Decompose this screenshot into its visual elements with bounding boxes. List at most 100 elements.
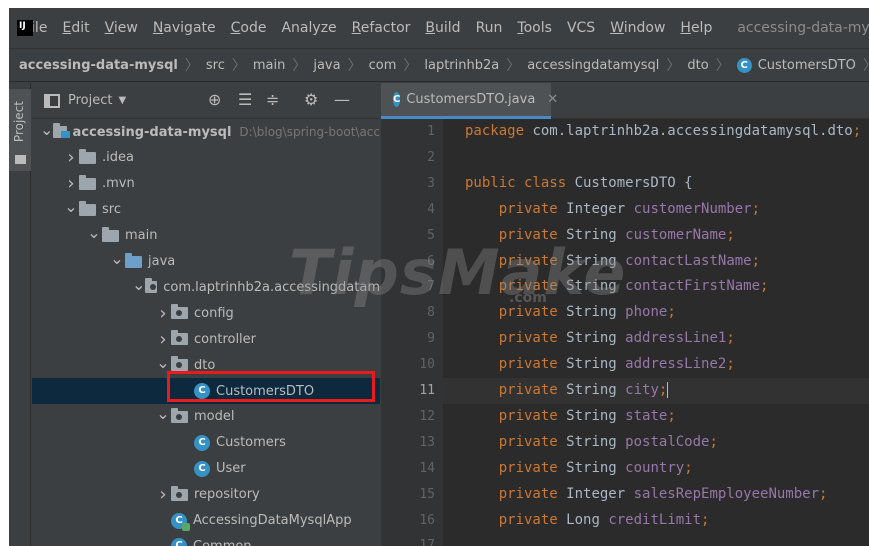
tree-item-label: Customers [216, 435, 286, 451]
line-number: 4 [427, 201, 435, 217]
tab-label: CustomersDTO.java [406, 92, 536, 107]
code-token: ; [819, 485, 828, 502]
code-line[interactable]: private Integer salesRepEmployeeNumber; [465, 485, 828, 502]
menu-item-vcs[interactable]: VCS [567, 20, 595, 36]
menu-item-code[interactable]: Code [231, 20, 267, 36]
breadcrumb-item[interactable]: com [369, 58, 397, 73]
chevron-right-icon[interactable]: › [155, 329, 171, 350]
project-view-icon [44, 93, 60, 108]
breadcrumb-item[interactable]: src [206, 58, 225, 73]
code-line[interactable]: private String addressLine2; [465, 356, 735, 372]
tree-item[interactable]: ⌄ main [32, 223, 380, 249]
window-title: accessing-data-mysql [737, 20, 869, 36]
tree-item[interactable]: ⌄ accessing-data-mysql D:\blog\spring-boot… [32, 119, 380, 145]
code-token: String [566, 407, 626, 424]
code-token: ; [726, 330, 735, 347]
line-number: 13 [419, 434, 435, 450]
chevron-down-icon[interactable]: ▼ [118, 95, 126, 106]
chevron-right-icon: 〉 [403, 58, 418, 74]
class-icon: C [194, 434, 210, 451]
chevron-right-icon[interactable]: › [63, 173, 79, 194]
menu-item-edit[interactable]: Edit [62, 20, 89, 36]
code-token: private [465, 356, 567, 373]
source-folder-icon [125, 252, 142, 268]
code-token: private [465, 433, 567, 450]
chevron-down-icon[interactable]: ⌄ [155, 404, 171, 423]
code-line[interactable]: private String postalCode; [465, 434, 718, 450]
line-number: 8 [427, 305, 435, 321]
project-panel-title[interactable]: Project [68, 93, 112, 108]
tree-item[interactable]: ⌄ src [32, 197, 380, 223]
code-token: private [465, 200, 567, 217]
target-icon[interactable]: ⊕ [208, 91, 221, 109]
expand-all-icon[interactable]: ☰ [238, 91, 252, 109]
chevron-down-icon[interactable]: ⌄ [63, 197, 79, 216]
menu-item-tools[interactable]: Tools [517, 20, 552, 36]
menu-item-refactor[interactable]: Refactor [352, 20, 411, 36]
breadcrumb-item[interactable]: laptrinhb2a [424, 58, 499, 73]
tree-item[interactable]: ⌄ model [32, 404, 380, 430]
breadcrumb-item[interactable]: java [313, 58, 340, 73]
menu-item-build[interactable]: Build [425, 20, 460, 36]
menu-mnemonic: V [104, 20, 114, 36]
minimize-icon[interactable]: — [334, 91, 350, 109]
code-line[interactable]: private String contactFirstName; [465, 278, 769, 294]
menu-item-window[interactable]: Window [610, 20, 665, 36]
code-line[interactable]: package com.laptrinhb2a.accessingdatamys… [465, 123, 861, 139]
tree-item[interactable]: › config [32, 300, 380, 326]
tree-item-label: accessing-data-mysql [72, 124, 232, 140]
code-line[interactable]: private String country; [465, 460, 693, 476]
code-line[interactable]: private String city; [465, 382, 669, 398]
code-line[interactable]: private Integer customerNumber; [465, 201, 760, 217]
menu-item-navigate[interactable]: Navigate [153, 20, 216, 36]
tree-item[interactable]: C AccessingDataMysqlApp [32, 508, 380, 534]
chevron-right-icon[interactable]: › [63, 147, 79, 168]
chevron-down-icon[interactable]: ⌄ [86, 223, 102, 242]
code-line[interactable]: private String phone; [465, 304, 676, 320]
code-line[interactable]: private String addressLine1; [465, 330, 735, 346]
tree-item-label: repository [194, 487, 260, 503]
chevron-down-icon[interactable]: ⌄ [109, 249, 125, 268]
tree-item-label: src [102, 202, 121, 218]
menu-item-help[interactable]: Help [680, 20, 712, 36]
code-line[interactable]: private String contactLastName; [465, 253, 760, 269]
code-line[interactable]: private Long creditLimit; [465, 512, 710, 528]
code-token: postalCode [625, 433, 710, 450]
tree-item[interactable]: ⌄ java [32, 249, 380, 275]
chevron-right-icon[interactable]: › [155, 303, 171, 324]
tree-item[interactable]: › controller [32, 326, 380, 352]
tab-customersdto-java[interactable]: C CustomersDTO.java ✕ [381, 83, 558, 119]
breadcrumb-class[interactable]: C CustomersDTO [736, 57, 856, 73]
code-token: String [566, 226, 626, 243]
project-tool-window-tab[interactable]: Project [9, 89, 31, 171]
tree-item[interactable]: ⌄ com.laptrinhb2a.accessingdatam [32, 274, 380, 300]
breadcrumb-item[interactable]: accessing-data-mysql [19, 58, 178, 73]
editor-tab-bar: C CustomersDTO.java ✕ [381, 83, 869, 119]
gear-icon[interactable]: ⚙ [304, 91, 318, 109]
chevron-right-icon[interactable]: › [155, 484, 171, 505]
tree-item[interactable]: C Common [32, 533, 380, 546]
breadcrumb-item[interactable]: main [253, 58, 285, 73]
breadcrumb-item[interactable]: dto [687, 58, 708, 73]
chevron-down-icon[interactable]: ⌄ [132, 275, 145, 294]
code-token: private [465, 382, 567, 398]
menu-item-run[interactable]: Run [476, 20, 503, 36]
tree-item[interactable]: › .idea [32, 145, 380, 171]
code-token: private [465, 459, 567, 476]
menu-item-analyze[interactable]: Analyze [281, 20, 336, 36]
chevron-down-icon[interactable]: ⌄ [155, 353, 171, 372]
close-icon[interactable]: ✕ [547, 92, 558, 107]
code-line[interactable]: private String state; [465, 408, 676, 424]
code-line[interactable]: private String customerName; [465, 227, 735, 243]
code-line[interactable]: public class CustomersDTO { [465, 175, 693, 191]
tree-item[interactable]: › .mvn [32, 171, 380, 197]
tree-item[interactable]: C Customers [32, 430, 380, 456]
chevron-right-icon: 〉 [666, 58, 681, 74]
chevron-down-icon[interactable]: ⌄ [40, 120, 53, 139]
tree-item[interactable]: C User [32, 456, 380, 482]
collapse-all-icon[interactable]: ≑ [266, 91, 279, 109]
breadcrumb-item[interactable]: accessingdatamysql [527, 58, 659, 73]
menu-item-view[interactable]: View [105, 20, 138, 36]
tree-item[interactable]: › repository [32, 482, 380, 508]
line-number: 5 [427, 227, 435, 243]
